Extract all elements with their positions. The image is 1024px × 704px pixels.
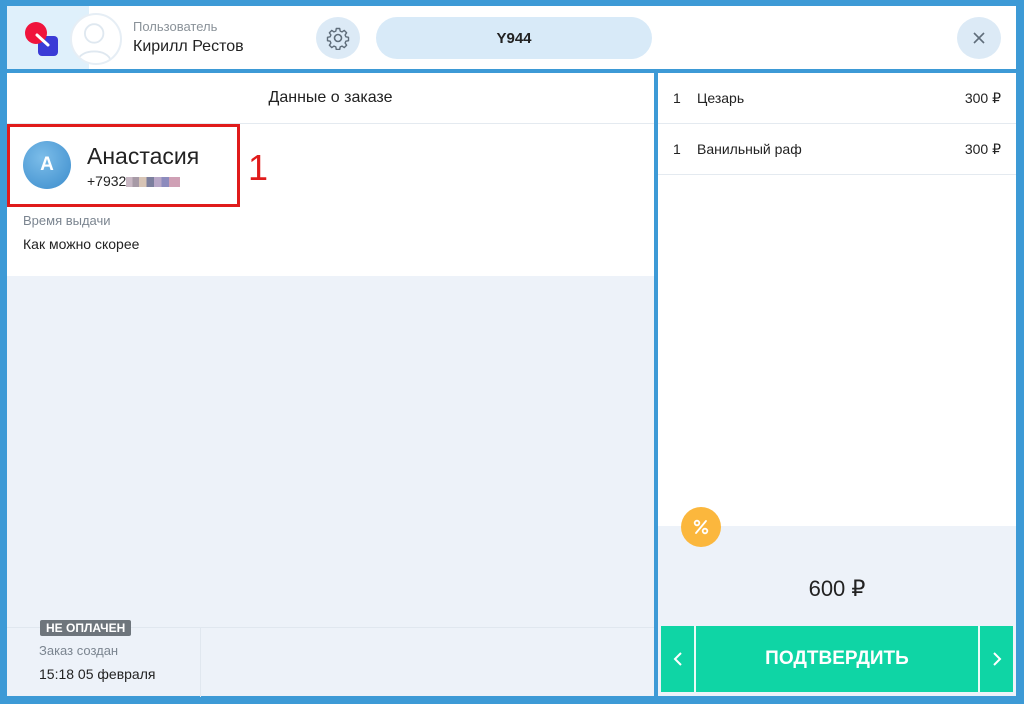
user-name: Кирилл Рестов: [133, 38, 244, 55]
order-footer: НЕ ОПЛАЧЕН Заказ создан 15:18 05 февраля: [7, 620, 654, 697]
created-label: Заказ создан: [39, 643, 119, 658]
status-badge: НЕ ОПЛАЧЕН: [40, 620, 132, 636]
top-bar: Пользователь Кирилл Рестов Y944: [7, 6, 1016, 69]
item-name: Цезарь: [697, 90, 745, 106]
cart-panel: 1 Цезарь 300 ₽ 1 Ванильный раф 300 ₽ 600…: [658, 73, 1016, 696]
created-value: 15:18 05 февраля: [39, 666, 156, 682]
item-price: 300 ₽: [964, 90, 1001, 106]
pickup-time-value: Как можно скорее: [23, 236, 140, 252]
prev-button[interactable]: [661, 626, 696, 692]
item-name: Ванильный раф: [697, 141, 802, 157]
close-icon: [973, 32, 985, 44]
cart-item[interactable]: 1 Цезарь 300 ₽: [658, 73, 1016, 124]
next-button[interactable]: [978, 626, 1013, 692]
cart-item[interactable]: 1 Ванильный раф 300 ₽: [658, 124, 1016, 175]
close-button[interactable]: [957, 17, 1001, 59]
customer-initial: A: [40, 154, 54, 175]
item-price: 300 ₽: [964, 141, 1001, 157]
cart-items-list: 1 Цезарь 300 ₽ 1 Ванильный раф 300 ₽: [658, 73, 1016, 526]
item-quantity: 1: [673, 90, 681, 106]
percent-icon: [693, 519, 709, 535]
user-label: Пользователь: [133, 19, 218, 34]
chevron-right-icon: [992, 652, 1001, 666]
annotation-number: 1: [248, 147, 269, 188]
footer-divider: [200, 628, 201, 697]
pickup-time-label: Время выдачи: [23, 213, 111, 228]
customer-phone-prefix: +7932: [87, 173, 127, 189]
chevron-left-icon: [673, 652, 682, 666]
settings-button[interactable]: [316, 17, 360, 59]
user-silhouette-icon: [76, 23, 112, 62]
confirm-bar: ПОДТВЕРДИТЬ: [661, 626, 1013, 692]
order-details-panel: Данные о заказе A Анастасия +7932 1 Врем…: [7, 73, 654, 697]
panel-title: Данные о заказе: [7, 73, 654, 124]
order-total: 600 ₽: [808, 576, 866, 601]
customer-phone: +7932: [87, 173, 181, 189]
order-number: Y944: [496, 29, 532, 47]
gear-icon: [326, 27, 350, 50]
item-quantity: 1: [673, 141, 681, 157]
discount-button[interactable]: [681, 507, 721, 547]
app-logo: [25, 22, 58, 56]
phone-redaction: [126, 177, 181, 188]
customer-avatar: A: [23, 141, 71, 189]
order-number-pill[interactable]: Y944: [376, 17, 652, 59]
order-details-card: Данные о заказе A Анастасия +7932 1 Врем…: [7, 73, 654, 276]
customer-name: Анастасия: [87, 143, 200, 169]
user-avatar[interactable]: [70, 13, 122, 65]
confirm-button[interactable]: ПОДТВЕРДИТЬ: [696, 626, 978, 692]
customer-block[interactable]: A Анастасия +7932: [7, 124, 240, 207]
